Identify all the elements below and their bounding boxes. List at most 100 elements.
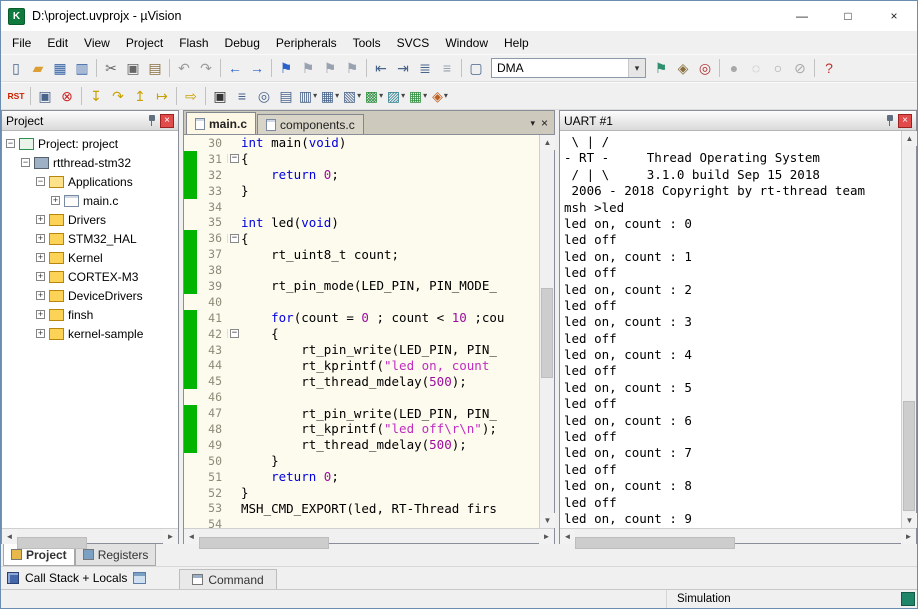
- disable-breakpoint-icon[interactable]: ◌: [745, 57, 767, 79]
- scroll-down-icon[interactable]: ▼: [540, 513, 555, 528]
- breakpoints-window-icon[interactable]: ▣: [34, 85, 56, 107]
- tree-item-applications[interactable]: −Applications: [2, 172, 178, 191]
- scroll-left-icon[interactable]: ◄: [184, 529, 199, 544]
- menu-flash[interactable]: Flash: [171, 33, 216, 53]
- system-viewer-icon[interactable]: ▦▾: [407, 85, 429, 107]
- navigate-forward-icon[interactable]: →: [246, 57, 268, 79]
- uncomment-icon[interactable]: ≡: [436, 57, 458, 79]
- scroll-thumb[interactable]: [541, 288, 553, 378]
- options-for-target-icon[interactable]: ◈: [672, 57, 694, 79]
- scroll-left-icon[interactable]: ◄: [2, 529, 17, 544]
- editor-tab-main-c[interactable]: main.c: [186, 112, 256, 134]
- kill-all-breakpoints-icon[interactable]: ⊘: [789, 57, 811, 79]
- menu-debug[interactable]: Debug: [217, 33, 268, 53]
- windows-list-icon[interactable]: [133, 572, 146, 584]
- dropdown-arrow-icon[interactable]: ▾: [313, 92, 317, 100]
- maximize-button[interactable]: □: [825, 1, 871, 31]
- registers-window-icon[interactable]: ▤: [275, 85, 297, 107]
- menu-view[interactable]: View: [76, 33, 118, 53]
- bookmark-prev-icon[interactable]: ⚑: [297, 57, 319, 79]
- editor-hscrollbar[interactable]: ◄ ►: [184, 528, 554, 543]
- scroll-up-icon[interactable]: ▲: [540, 135, 555, 150]
- editor-tab-components-c[interactable]: components.c: [257, 114, 364, 134]
- close-panel-icon[interactable]: ×: [160, 114, 174, 128]
- tree-item-drivers[interactable]: +Drivers: [2, 210, 178, 229]
- navigate-back-icon[interactable]: ←: [224, 57, 246, 79]
- scroll-right-icon[interactable]: ►: [901, 529, 916, 544]
- menu-svcs[interactable]: SVCS: [389, 33, 438, 53]
- scroll-up-icon[interactable]: ▲: [902, 131, 917, 146]
- bookmark-toggle-icon[interactable]: ⚑: [275, 57, 297, 79]
- bookmark-clear-icon[interactable]: ⚑: [341, 57, 363, 79]
- expand-icon[interactable]: +: [51, 196, 60, 205]
- menu-window[interactable]: Window: [437, 33, 496, 53]
- tree-item-cortex-m3[interactable]: +CORTEX-M3: [2, 267, 178, 286]
- tree-item-main-c[interactable]: +main.c: [2, 191, 178, 210]
- scroll-down-icon[interactable]: ▼: [902, 513, 917, 528]
- comment-icon[interactable]: ≣: [414, 57, 436, 79]
- dropdown-arrow-icon[interactable]: ▾: [357, 92, 361, 100]
- step-over-icon[interactable]: ↷: [107, 85, 129, 107]
- dropdown-arrow-icon[interactable]: ▾: [335, 92, 339, 100]
- menu-peripherals[interactable]: Peripherals: [268, 33, 345, 53]
- tree-item-kernel-sample[interactable]: +kernel-sample: [2, 324, 178, 343]
- callstack-button[interactable]: Call Stack + Locals: [25, 571, 127, 585]
- scroll-right-icon[interactable]: ►: [539, 529, 554, 544]
- watch-window-icon[interactable]: ▦▾: [319, 85, 341, 107]
- tree-item-rtthread-stm32[interactable]: −rtthread-stm32: [2, 153, 178, 172]
- pin-icon[interactable]: [885, 114, 895, 127]
- uart-hscrollbar[interactable]: ◄ ►: [560, 528, 916, 543]
- analysis-window-icon[interactable]: ▨▾: [385, 85, 407, 107]
- document-list-icon[interactable]: ▾: [530, 118, 535, 129]
- run-to-line-icon[interactable]: ↦: [151, 85, 173, 107]
- step-into-icon[interactable]: ↧: [85, 85, 107, 107]
- minimize-button[interactable]: —: [779, 1, 825, 31]
- disable-all-breakpoints-icon[interactable]: ○: [767, 57, 789, 79]
- dropdown-arrow-icon[interactable]: ▾: [401, 92, 405, 100]
- scroll-thumb[interactable]: [17, 537, 87, 549]
- save-all-icon[interactable]: ▥: [71, 57, 93, 79]
- flash-download-icon[interactable]: ⚑: [650, 57, 672, 79]
- new-file-icon[interactable]: ▯: [5, 57, 27, 79]
- expand-icon[interactable]: +: [36, 215, 45, 224]
- expand-icon[interactable]: +: [36, 291, 45, 300]
- scroll-thumb[interactable]: [903, 401, 915, 511]
- symbol-window-icon[interactable]: ◎: [253, 85, 275, 107]
- expand-icon[interactable]: +: [36, 310, 45, 319]
- undo-icon[interactable]: ↶: [173, 57, 195, 79]
- scroll-right-icon[interactable]: ►: [163, 529, 178, 544]
- tree-item-finsh[interactable]: +finsh: [2, 305, 178, 324]
- close-button[interactable]: ×: [871, 1, 917, 31]
- fold-collapse-icon[interactable]: −: [230, 154, 239, 163]
- dropdown-arrow-icon[interactable]: ▾: [379, 92, 383, 100]
- command-window-icon[interactable]: ▣: [209, 85, 231, 107]
- cut-icon[interactable]: ✂: [100, 57, 122, 79]
- tree-item-stm32-hal[interactable]: +STM32_HAL: [2, 229, 178, 248]
- copy-icon[interactable]: ▣: [122, 57, 144, 79]
- expand-icon[interactable]: +: [36, 234, 45, 243]
- collapse-icon[interactable]: −: [36, 177, 45, 186]
- scroll-thumb[interactable]: [199, 537, 329, 549]
- menu-file[interactable]: File: [4, 33, 39, 53]
- tree-item-kernel[interactable]: +Kernel: [2, 248, 178, 267]
- expand-icon[interactable]: +: [36, 272, 45, 281]
- step-out-icon[interactable]: ↥: [129, 85, 151, 107]
- redo-icon[interactable]: ↷: [195, 57, 217, 79]
- serial-window-icon[interactable]: ▩▾: [363, 85, 385, 107]
- run-icon[interactable]: ⇨: [180, 85, 202, 107]
- dropdown-arrow-icon[interactable]: ▾: [444, 92, 448, 100]
- callstack-window-icon[interactable]: ▥▾: [297, 85, 319, 107]
- command-tab[interactable]: Command: [179, 569, 277, 589]
- scroll-left-icon[interactable]: ◄: [560, 529, 575, 544]
- fold-collapse-icon[interactable]: −: [230, 329, 239, 338]
- menu-project[interactable]: Project: [118, 33, 171, 53]
- insert-breakpoint-icon[interactable]: ●: [723, 57, 745, 79]
- combo-dropdown-icon[interactable]: ▾: [628, 59, 645, 77]
- close-document-icon[interactable]: ×: [541, 116, 548, 130]
- expand-icon[interactable]: +: [36, 253, 45, 262]
- indent-icon[interactable]: ⇥: [392, 57, 414, 79]
- collapse-icon[interactable]: −: [6, 139, 15, 148]
- save-icon[interactable]: ▦: [49, 57, 71, 79]
- bookmark-next-icon[interactable]: ⚑: [319, 57, 341, 79]
- paste-icon[interactable]: ▤: [144, 57, 166, 79]
